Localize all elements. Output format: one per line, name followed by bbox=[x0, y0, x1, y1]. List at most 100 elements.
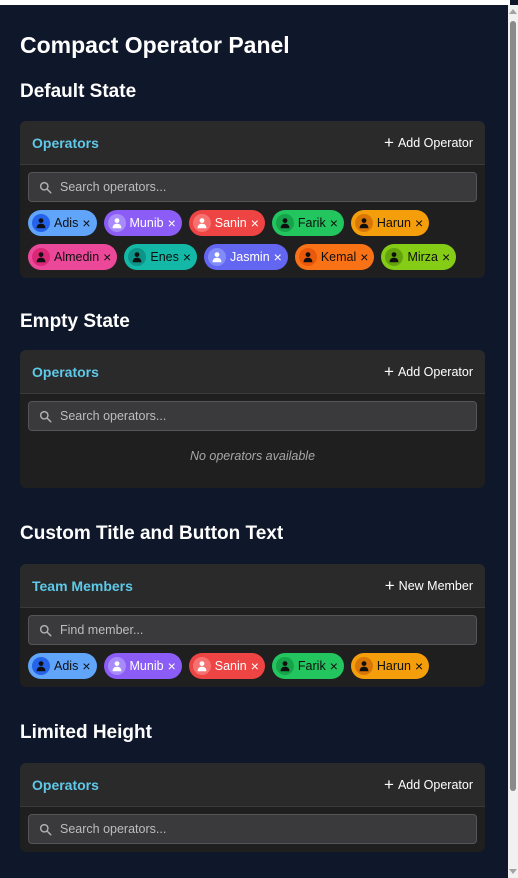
close-icon[interactable]: × bbox=[330, 659, 338, 673]
user-icon bbox=[192, 214, 211, 232]
section-default-state: Default State Operators + Add Operator A… bbox=[20, 81, 485, 278]
operator-name: Adis bbox=[54, 216, 79, 230]
search-input[interactable] bbox=[60, 180, 466, 194]
operator-name: Munib bbox=[129, 216, 164, 230]
panel-title: Operators bbox=[32, 363, 99, 380]
section-custom-title: Custom Title and Button Text Team Member… bbox=[20, 523, 485, 687]
operator-chip[interactable]: Almedin × bbox=[28, 244, 118, 270]
operator-name: Sanin bbox=[214, 659, 247, 673]
close-icon[interactable]: × bbox=[274, 250, 282, 264]
close-icon[interactable]: × bbox=[183, 250, 191, 264]
scrollbar-thumb[interactable] bbox=[510, 21, 516, 791]
scroll-up-arrow-icon[interactable] bbox=[509, 9, 517, 14]
close-icon[interactable]: × bbox=[82, 216, 90, 230]
operator-name: Enes bbox=[150, 250, 179, 264]
user-icon bbox=[32, 657, 50, 675]
page-title: Compact Operator Panel bbox=[20, 32, 290, 58]
scroll-down-arrow-icon[interactable] bbox=[509, 869, 517, 874]
operator-panel: Operators + Add Operator Adis×Munib×Sani… bbox=[20, 121, 485, 278]
user-icon bbox=[192, 657, 211, 675]
add-operator-button[interactable]: + Add Operator bbox=[384, 132, 473, 152]
operator-chip[interactable]: Farik × bbox=[271, 653, 344, 679]
operator-name: Harun bbox=[376, 659, 411, 673]
user-icon bbox=[275, 657, 294, 675]
user-icon bbox=[128, 248, 147, 266]
close-icon[interactable]: × bbox=[251, 659, 259, 673]
user-icon bbox=[208, 248, 227, 266]
new-member-button[interactable]: + New Member bbox=[384, 575, 473, 595]
search-icon bbox=[39, 181, 52, 194]
panel-header: Operators + Add Operator bbox=[20, 350, 485, 394]
search-input[interactable] bbox=[60, 822, 466, 836]
operator-name: Adis bbox=[54, 659, 79, 673]
add-operator-button[interactable]: + Add Operator bbox=[384, 774, 473, 794]
search-input[interactable] bbox=[60, 623, 466, 637]
close-icon[interactable]: × bbox=[360, 250, 368, 264]
plus-icon: + bbox=[384, 774, 394, 794]
plus-icon: + bbox=[384, 575, 395, 595]
chip-list: Adis × Munib × Sanin × Farik × Harun × Almedin × Ene… bbox=[28, 210, 477, 270]
operator-chip[interactable]: Enes × bbox=[124, 244, 198, 270]
close-icon[interactable]: × bbox=[82, 659, 90, 673]
search-input[interactable] bbox=[60, 409, 466, 423]
section-limited-height: Limited Height Operators + Add Operator bbox=[20, 722, 485, 852]
new-member-label: New Member bbox=[398, 578, 473, 593]
add-operator-label: Add Operator bbox=[397, 777, 473, 792]
main-content: Compact Operator Panel Default State Ope… bbox=[20, 5, 485, 852]
operator-chip[interactable]: Harun × bbox=[350, 210, 430, 236]
search-box bbox=[28, 401, 477, 431]
panel-header: Operators + Add Operator bbox=[20, 763, 485, 807]
chip-list: Adis × Munib × Sanin × Farik × Harun × bbox=[28, 653, 477, 679]
panel-body: No operators available bbox=[20, 394, 485, 488]
section-heading: Custom Title and Button Text bbox=[20, 523, 284, 544]
close-icon[interactable]: × bbox=[415, 216, 423, 230]
panel-header: Operators + Add Operator bbox=[20, 121, 485, 165]
section-heading: Default State bbox=[20, 81, 137, 102]
add-operator-label: Add Operator bbox=[397, 364, 473, 379]
search-icon bbox=[39, 410, 52, 423]
search-box bbox=[28, 814, 477, 844]
operator-chip[interactable]: Jasmin × bbox=[204, 244, 288, 270]
user-icon bbox=[107, 214, 126, 232]
operator-name: Kemal bbox=[320, 250, 357, 264]
user-icon bbox=[385, 248, 404, 266]
add-operator-label: Add Operator bbox=[397, 135, 473, 150]
panel-body bbox=[20, 807, 485, 852]
operator-chip[interactable]: Adis × bbox=[28, 653, 97, 679]
operator-panel: Operators + Add Operator bbox=[20, 763, 485, 852]
operator-name: Almedin bbox=[54, 250, 100, 264]
close-icon[interactable]: × bbox=[415, 659, 423, 673]
close-icon[interactable]: × bbox=[330, 216, 338, 230]
operator-name: Sanin bbox=[214, 216, 247, 230]
operator-chip[interactable]: Harun × bbox=[350, 653, 430, 679]
team-panel: Team Members + New Member Adis×Munib×San… bbox=[20, 564, 485, 687]
operator-chip[interactable]: Kemal × bbox=[294, 244, 375, 270]
operator-name: Farik bbox=[297, 216, 326, 230]
scrollbar[interactable] bbox=[508, 5, 518, 878]
operator-chip[interactable]: Munib × bbox=[103, 653, 182, 679]
operator-chip[interactable]: Sanin × bbox=[188, 653, 265, 679]
close-icon[interactable]: × bbox=[168, 659, 176, 673]
add-operator-button[interactable]: + Add Operator bbox=[384, 363, 473, 380]
user-icon bbox=[354, 657, 373, 675]
close-icon[interactable]: × bbox=[442, 250, 450, 264]
operator-chip[interactable]: Sanin × bbox=[188, 210, 265, 236]
operator-chip[interactable]: Munib × bbox=[103, 210, 182, 236]
user-icon bbox=[107, 657, 126, 675]
section-heading: Limited Height bbox=[20, 722, 152, 743]
close-icon[interactable]: × bbox=[168, 216, 176, 230]
operator-chip[interactable]: Mirza × bbox=[381, 244, 457, 270]
search-box bbox=[28, 615, 477, 645]
close-icon[interactable]: × bbox=[251, 216, 259, 230]
operator-name: Munib bbox=[129, 659, 164, 673]
operator-panel: Operators + Add Operator No operators av… bbox=[20, 350, 485, 488]
user-icon bbox=[32, 248, 50, 266]
operator-name: Harun bbox=[376, 216, 411, 230]
search-box bbox=[28, 172, 477, 202]
section-heading: Empty State bbox=[20, 311, 130, 332]
plus-icon: + bbox=[384, 132, 394, 152]
close-icon[interactable]: × bbox=[103, 250, 111, 264]
operator-chip[interactable]: Adis × bbox=[28, 210, 97, 236]
user-icon bbox=[354, 214, 373, 232]
operator-chip[interactable]: Farik × bbox=[271, 210, 344, 236]
